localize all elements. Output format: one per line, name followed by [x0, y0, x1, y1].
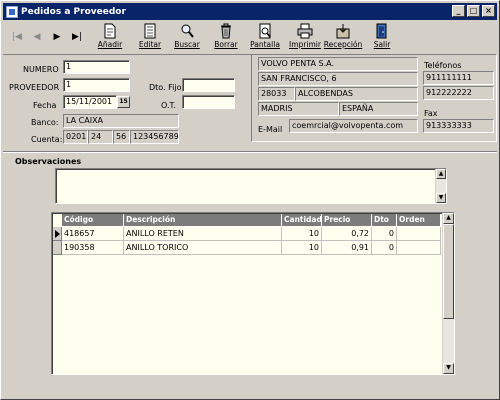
supplier-phone-1: 911111111 — [423, 71, 494, 85]
observaciones-textarea[interactable]: ▲ ▼ — [55, 168, 447, 204]
fecha-label: Fecha — [33, 101, 57, 110]
observaciones-label: Observaciones — [15, 157, 82, 166]
first-record-button[interactable]: |◀ — [9, 29, 25, 45]
exit-button[interactable]: Salir — [370, 22, 394, 53]
app-icon — [6, 5, 18, 18]
close-button[interactable]: × — [482, 5, 495, 17]
table-cell-dto[interactable]: 0 — [372, 241, 397, 255]
cuenta-label: Cuenta: — [31, 135, 63, 144]
order-window: Pedidos a Proveedor _ □ × |◀ ◀ ▶ ▶| Añad… — [0, 0, 500, 400]
scroll-up-icon[interactable]: ▲ — [443, 213, 454, 224]
receive-icon — [335, 22, 351, 39]
search-label: Buscar — [174, 40, 200, 49]
cuenta-entity-field: 0201 — [63, 130, 88, 144]
supplier-fax: 913333333 — [423, 119, 494, 133]
supplier-street: SAN FRANCISCO, 6 — [258, 72, 418, 86]
scroll-down-icon[interactable]: ▼ — [436, 193, 446, 203]
add-label: Añadir — [97, 40, 123, 49]
cuenta-dc-field: 56 — [113, 130, 130, 144]
scroll-down-icon[interactable]: ▼ — [443, 363, 454, 374]
trash-icon — [218, 22, 234, 39]
table-cell-descripcion[interactable]: ANILLO RETEN — [124, 227, 282, 241]
minimize-button[interactable]: _ — [452, 5, 465, 17]
previous-record-button[interactable]: ◀ — [29, 29, 45, 45]
banco-field: LA CAIXA — [63, 114, 179, 128]
table-cell-precio[interactable]: 0,72 — [322, 227, 372, 241]
table-cell-descripcion[interactable]: ANILLO TORICO — [124, 241, 282, 255]
grid-scrollbar[interactable]: ▲ ▼ — [442, 213, 454, 374]
column-header-cantidad[interactable]: Cantidad — [282, 214, 322, 226]
last-record-button[interactable]: ▶| — [69, 29, 85, 45]
column-header-codigo[interactable]: Código — [62, 214, 124, 226]
section-divider — [3, 151, 497, 153]
title-bar: Pedidos a Proveedor _ □ × — [3, 3, 497, 20]
table-cell-codigo[interactable]: 418657 — [62, 227, 124, 241]
reception-label: Recepción — [323, 40, 363, 49]
email-label: E-Mail — [258, 125, 283, 134]
numero-field[interactable]: 1 — [63, 60, 130, 74]
supplier-country: ESPAÑA — [339, 102, 418, 116]
proveedor-field[interactable]: 1 — [63, 78, 130, 92]
row-selector[interactable] — [53, 241, 62, 255]
order-lines-grid[interactable]: Código Descripción Cantidad Precio Dto O… — [51, 212, 455, 375]
current-row-icon — [55, 230, 60, 238]
fax-label: Fax — [424, 109, 438, 118]
observaciones-scrollbar[interactable]: ▲ ▼ — [435, 169, 446, 203]
scroll-thumb[interactable] — [443, 224, 454, 319]
next-record-button[interactable]: ▶ — [49, 29, 65, 45]
supplier-phone-2: 912222222 — [423, 86, 494, 100]
exit-door-icon — [374, 22, 390, 39]
print-label: Imprimir — [289, 40, 321, 49]
table-cell-precio[interactable]: 0,91 — [322, 241, 372, 255]
supplier-city: ALCOBENDAS — [295, 87, 418, 101]
screen-label: Pantalla — [250, 40, 280, 49]
table-cell-orden[interactable] — [397, 227, 441, 241]
screen-button[interactable]: Pantalla — [250, 22, 280, 53]
column-header-descripcion[interactable]: Descripción — [124, 214, 282, 226]
printer-icon — [297, 22, 313, 39]
edit-page-icon — [142, 22, 158, 39]
column-header-precio[interactable]: Precio — [322, 214, 372, 226]
telefonos-label: Teléfonos — [424, 61, 462, 70]
supplier-name: VOLVO PENTA S.A. — [258, 57, 418, 71]
supplier-province: MADRIS — [258, 102, 339, 116]
maximize-button[interactable]: □ — [467, 5, 480, 17]
scroll-up-icon[interactable]: ▲ — [436, 169, 446, 179]
supplier-email: coemrcial@volvopenta.com — [289, 119, 418, 133]
table-cell-orden[interactable] — [397, 241, 441, 255]
column-header-dto[interactable]: Dto — [372, 214, 397, 226]
ot-field[interactable] — [182, 95, 235, 109]
window-title: Pedidos a Proveedor — [21, 6, 126, 17]
search-button[interactable]: Buscar — [174, 22, 200, 53]
column-header-orden[interactable]: Orden — [397, 214, 441, 226]
table-cell-cantidad[interactable]: 10 — [282, 241, 322, 255]
ot-label: O.T. — [161, 101, 176, 110]
exit-label: Salir — [373, 40, 391, 49]
dto-fijo-label: Dto. Fijo — [149, 83, 182, 92]
cuenta-office-field: 24 — [88, 130, 113, 144]
print-button[interactable]: Imprimir — [289, 22, 321, 53]
cuenta-number-field: 1234567890 — [130, 130, 179, 144]
supplier-zip: 28033 — [258, 87, 295, 101]
table-cell-dto[interactable]: 0 — [372, 227, 397, 241]
delete-label: Borrar — [214, 40, 238, 49]
fecha-field[interactable]: 15/11/2001 — [63, 95, 117, 109]
magnifier-icon — [179, 22, 195, 39]
numero-label: NUMERO — [23, 65, 59, 74]
calendar-button[interactable]: 15 — [117, 96, 130, 108]
screen-preview-icon — [257, 22, 273, 39]
edit-button[interactable]: Editar — [137, 22, 163, 53]
row-selector-current[interactable] — [53, 227, 62, 241]
table-cell-codigo[interactable]: 190358 — [62, 241, 124, 255]
edit-label: Editar — [138, 40, 162, 49]
dto-fijo-field[interactable] — [182, 78, 235, 92]
proveedor-label: PROVEEDOR — [9, 83, 60, 92]
delete-button[interactable]: Borrar — [213, 22, 239, 53]
table-cell-cantidad[interactable]: 10 — [282, 227, 322, 241]
toolbar: |◀ ◀ ▶ ▶| Añadir Editar Buscar Borrar Pa… — [3, 21, 497, 55]
banco-label: Banco: — [31, 118, 59, 127]
add-page-icon — [102, 22, 118, 39]
add-button[interactable]: Añadir — [97, 22, 123, 53]
reception-button[interactable]: Recepción — [323, 22, 363, 53]
